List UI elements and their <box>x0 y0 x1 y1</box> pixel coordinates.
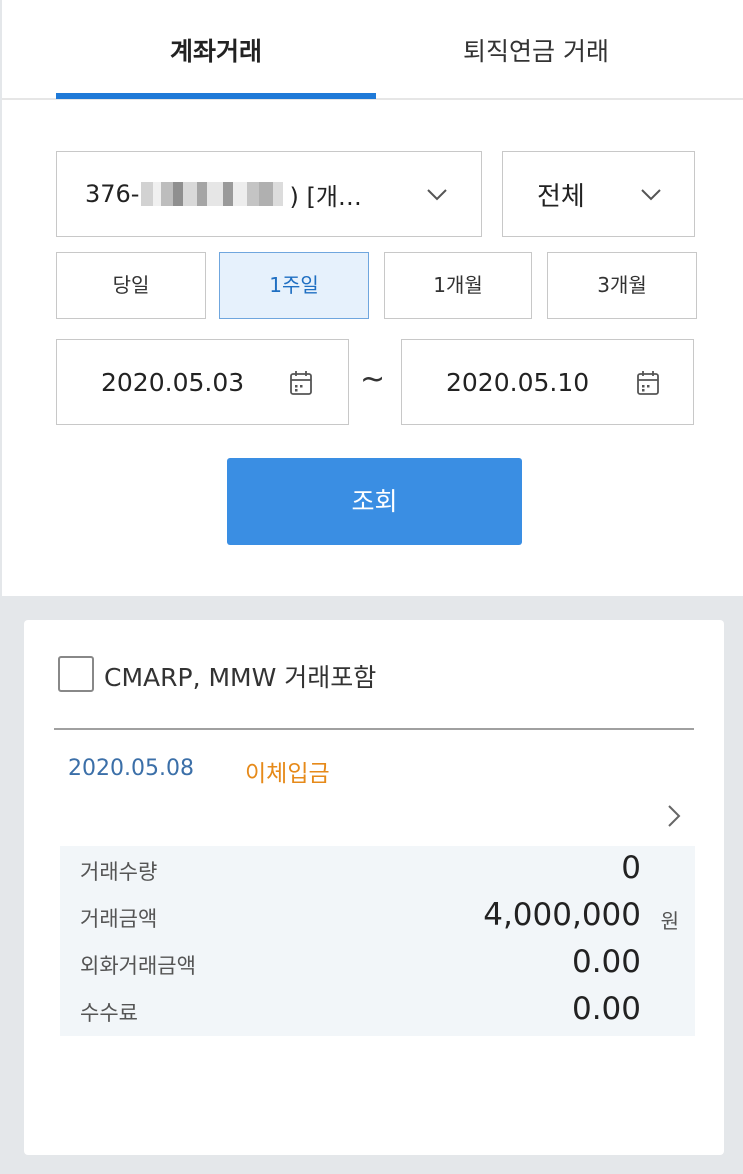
detail-row-foreign-amount: 외화거래금액 0.00 <box>60 942 695 988</box>
transaction-date: 2020.05.08 <box>68 756 194 781</box>
period-1week-button[interactable]: 1주일 <box>219 252 369 319</box>
tab-bar: 계좌거래 퇴직연금 거래 <box>2 0 743 100</box>
transaction-card: CMARP, MMW 거래포함 2020.05.08 이체입금 거래수량 0 거… <box>24 620 724 1155</box>
detail-row-amount: 거래금액 4,000,000 원 <box>60 895 695 941</box>
transaction-detail: 거래수량 0 거래금액 4,000,000 원 외화거래금액 0.00 수수료 … <box>60 846 695 1036</box>
account-number-mask <box>141 182 284 206</box>
account-select[interactable]: 376- ) [개… <box>56 151 482 237</box>
detail-row-quantity: 거래수량 0 <box>60 848 695 894</box>
detail-label: 거래금액 <box>80 907 158 931</box>
detail-value: 4,000,000 <box>483 897 641 933</box>
calendar-icon[interactable] <box>289 370 313 396</box>
detail-value: 0 <box>621 850 641 886</box>
card-divider <box>54 728 694 730</box>
chevron-right-icon[interactable] <box>664 802 684 830</box>
start-date-field[interactable]: 2020.05.03 <box>56 339 349 425</box>
end-date-value: 2020.05.10 <box>446 367 590 397</box>
account-name: ) [개… <box>289 182 362 211</box>
detail-value: 0.00 <box>571 944 641 980</box>
chevron-down-icon <box>427 189 447 201</box>
active-tab-indicator <box>56 93 376 99</box>
detail-label: 외화거래금액 <box>80 954 196 978</box>
transaction-type-value: 전체 <box>537 181 585 212</box>
start-date-value: 2020.05.03 <box>101 367 245 397</box>
period-3month-button[interactable]: 3개월 <box>547 252 697 319</box>
detail-label: 수수료 <box>80 1001 138 1025</box>
transaction-type: 이체입금 <box>245 761 330 787</box>
detail-label: 거래수량 <box>80 860 158 884</box>
search-panel: 계좌거래 퇴직연금 거래 376- ) [개… 전체 당일 1주일 1개월 3개… <box>0 0 743 596</box>
chevron-down-icon <box>641 189 661 201</box>
tab-account-transactions[interactable]: 계좌거래 <box>56 30 376 74</box>
search-button[interactable]: 조회 <box>227 458 522 545</box>
tab-pension-transactions[interactable]: 퇴직연금 거래 <box>376 30 696 74</box>
include-cmarp-checkbox[interactable] <box>58 656 94 692</box>
currency-unit: 원 <box>660 909 679 933</box>
detail-row-fee: 수수료 0.00 <box>60 989 695 1035</box>
date-range-separator: ~ <box>360 362 386 397</box>
period-today-button[interactable]: 당일 <box>56 252 206 319</box>
transaction-type-select[interactable]: 전체 <box>502 151 695 237</box>
end-date-field[interactable]: 2020.05.10 <box>401 339 694 425</box>
period-1month-button[interactable]: 1개월 <box>384 252 532 319</box>
include-cmarp-label[interactable]: CMARP, MMW 거래포함 <box>104 658 376 694</box>
detail-value: 0.00 <box>571 991 641 1027</box>
account-number-prefix: 376- <box>85 180 140 208</box>
calendar-icon[interactable] <box>636 370 660 396</box>
